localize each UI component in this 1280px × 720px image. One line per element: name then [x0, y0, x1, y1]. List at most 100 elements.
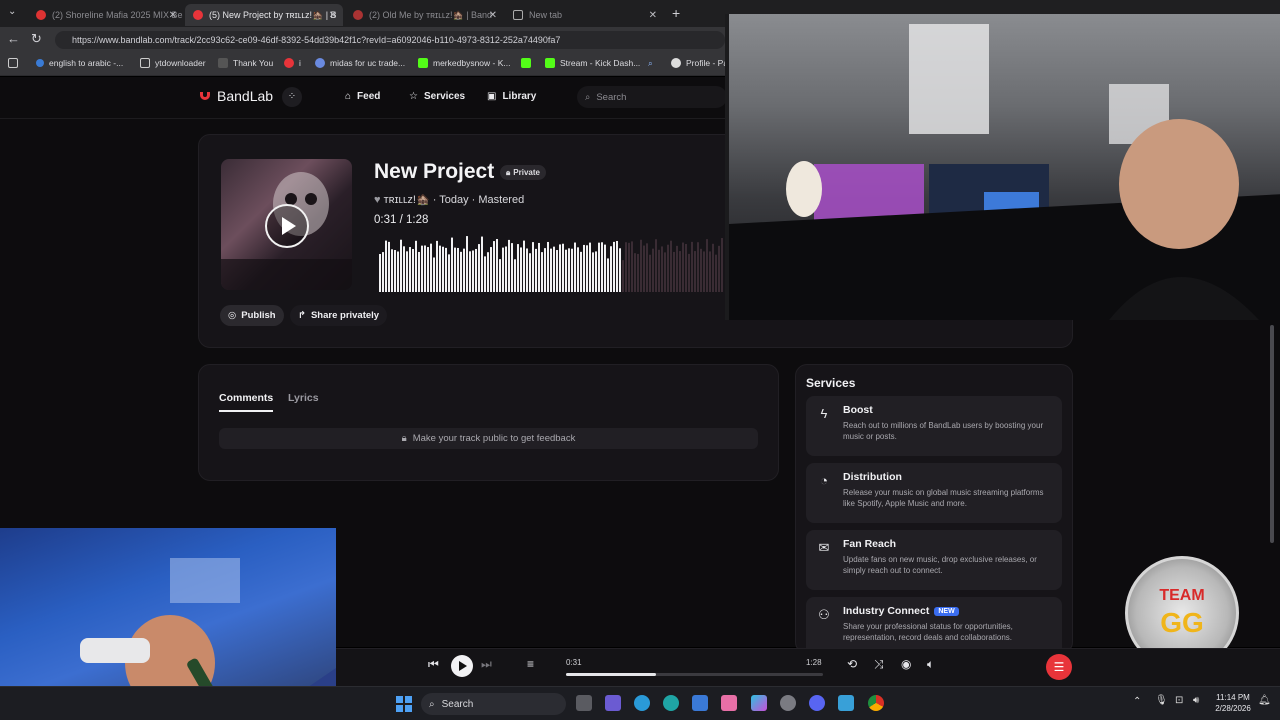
bookmark-profile[interactable]: Profile - Pa: [671, 58, 728, 68]
broadcast-icon[interactable]: ◉: [901, 657, 911, 671]
service-distribution[interactable]: ◔ Distribution Release your music on glo…: [806, 463, 1062, 523]
search-input[interactable]: ⌕ Search: [577, 86, 727, 108]
share-privately-button[interactable]: ↱ Share privately: [290, 305, 388, 326]
browser-tab-1[interactable]: (2) Shoreline Mafia 2025 MIX Best ✕: [28, 4, 183, 26]
close-icon[interactable]: ✕: [169, 10, 177, 21]
url-input[interactable]: https://www.bandlab.com/track/2cc93c62-c…: [55, 31, 725, 49]
browser-tab-4[interactable]: New tab ✕: [505, 4, 663, 26]
waveform-bar: [421, 245, 423, 292]
waveform-bar: [685, 243, 687, 292]
artist-name[interactable]: ᴛʀɪʟʟᴢ!🏚️: [384, 194, 430, 206]
waveform-bar: [412, 249, 414, 292]
taskbar-clock[interactable]: 11:14 PM 2/28/2026: [1208, 692, 1258, 714]
new-tab-button[interactable]: +: [672, 5, 680, 21]
bookmark-label: merkedbysnow - K...: [433, 58, 511, 68]
nav-feed[interactable]: ⌂ Feed: [345, 91, 380, 102]
bookmark-i[interactable]: i: [284, 58, 301, 68]
waveform-bar: [550, 248, 552, 292]
service-name: Fan Reach: [843, 538, 897, 550]
heart-app-icon[interactable]: [721, 695, 737, 711]
close-icon[interactable]: ✕: [329, 10, 337, 21]
waveform-bar: [706, 239, 708, 292]
bookmark-thank-you[interactable]: Thank You: [218, 58, 273, 68]
chrome-icon[interactable]: [868, 695, 884, 711]
new-badge: NEW: [934, 606, 959, 616]
comments-notice-text: Make your track public to get feedback: [412, 433, 576, 444]
bookmark-english-arabic[interactable]: english to arabic -...: [36, 58, 123, 68]
bookmark-stream-kick[interactable]: Stream - Kick Dash...: [545, 58, 640, 68]
waveform-bar: [427, 247, 429, 292]
bookmark-kick-k[interactable]: [521, 58, 536, 68]
speaker-icon[interactable]: 🔊︎: [1193, 695, 1199, 706]
player-progress-fill: [566, 673, 656, 676]
tray-chevron-icon[interactable]: ⌃: [1133, 696, 1141, 707]
services-heading: Services: [806, 376, 856, 390]
nav-library[interactable]: ▣ Library: [487, 91, 536, 102]
play-overlay-button[interactable]: [265, 204, 309, 248]
shuffle-icon[interactable]: ⤨: [874, 657, 884, 672]
apps-grid-icon[interactable]: ⁘: [282, 87, 302, 107]
clock-date: 2/28/2026: [1215, 704, 1251, 713]
waveform-bar: [475, 248, 477, 292]
windows-start-icon[interactable]: [396, 696, 412, 712]
repeat-icon[interactable]: ⟲: [847, 657, 857, 671]
service-boost[interactable]: ϟ Boost Reach out to millions of BandLab…: [806, 396, 1062, 456]
notepad-icon[interactable]: [838, 695, 854, 711]
queue-icon[interactable]: ≡: [527, 657, 534, 671]
waveform-bar: [715, 254, 717, 292]
waveform-bar: [490, 247, 492, 292]
task-view-icon[interactable]: [576, 695, 592, 711]
play-button[interactable]: [451, 655, 473, 677]
close-icon[interactable]: ✕: [649, 10, 657, 21]
discord-icon[interactable]: [809, 695, 825, 711]
sidebar-toggle-icon[interactable]: [8, 58, 23, 68]
tab-lyrics[interactable]: Lyrics: [288, 392, 319, 404]
google-icon: [36, 59, 44, 67]
tab-comments[interactable]: Comments: [219, 392, 274, 412]
player-progress-bar[interactable]: [566, 673, 823, 676]
network-icon[interactable]: ⊡: [1175, 695, 1183, 706]
edge-browser-icon[interactable]: [663, 695, 679, 711]
player-current-time: 0:31: [566, 658, 582, 667]
browser-tab-2[interactable]: (5) New Project by ᴛʀɪʟʟᴢ!🏚️ | B ✕: [185, 4, 343, 26]
waveform-bar: [553, 246, 555, 292]
tab-list-chevron-icon[interactable]: ⌄: [8, 6, 16, 17]
waveform-bar: [676, 245, 678, 292]
publish-button[interactable]: ◎ Publish: [220, 305, 284, 326]
player-menu-button[interactable]: ☰: [1046, 654, 1072, 680]
edge-icon[interactable]: [634, 695, 650, 711]
copilot-icon[interactable]: [751, 695, 767, 711]
bookmark-midas[interactable]: midas for uc trade...: [315, 58, 405, 68]
bandlab-logo[interactable]: BandLab: [198, 88, 273, 104]
waveform-bar: [694, 251, 696, 292]
track-current-time: 0:31: [374, 214, 397, 226]
notification-icon[interactable]: 🔔︎: [1258, 695, 1271, 706]
gear-icon[interactable]: [780, 695, 796, 711]
home-icon: ⌂: [345, 91, 352, 102]
close-icon[interactable]: ✕: [489, 10, 497, 21]
waveform[interactable]: [379, 232, 724, 292]
play-icon: [459, 661, 467, 671]
volume-icon[interactable]: 🔈︎: [927, 657, 934, 672]
bookmark-merkedbysnow[interactable]: merkedbysnow - K...: [418, 58, 510, 68]
previous-track-icon[interactable]: ⏮︎: [428, 657, 439, 672]
bandlab-icon: [284, 58, 294, 68]
microphone-icon[interactable]: 🎙︎: [1155, 695, 1168, 706]
waveform-bar: [442, 246, 444, 292]
store-icon[interactable]: [692, 695, 708, 711]
browser-tab-3[interactable]: (2) Old Me by ᴛʀɪʟʟᴢ!🏚️ | Band ✕: [345, 4, 503, 26]
bookmark-ytdownloader[interactable]: ytdownloader: [140, 58, 206, 68]
nav-services[interactable]: ☆ Services: [409, 91, 465, 102]
next-track-icon[interactable]: ⏭︎: [481, 657, 492, 672]
service-fan-reach[interactable]: ✉ Fan Reach Update fans on new music, dr…: [806, 530, 1062, 590]
star-icon: ☆: [409, 91, 418, 102]
waveform-bar: [526, 248, 528, 292]
waveform-bar: [502, 247, 504, 292]
page-scrollbar[interactable]: [1270, 325, 1274, 543]
taskbar-search[interactable]: ⌕ Search: [421, 693, 566, 715]
teams-icon[interactable]: [605, 695, 621, 711]
waveform-bar: [454, 247, 456, 292]
back-icon[interactable]: ←: [7, 31, 20, 46]
reload-icon[interactable]: ↻: [31, 31, 42, 47]
bookmark-search[interactable]: ⌕: [648, 58, 653, 69]
